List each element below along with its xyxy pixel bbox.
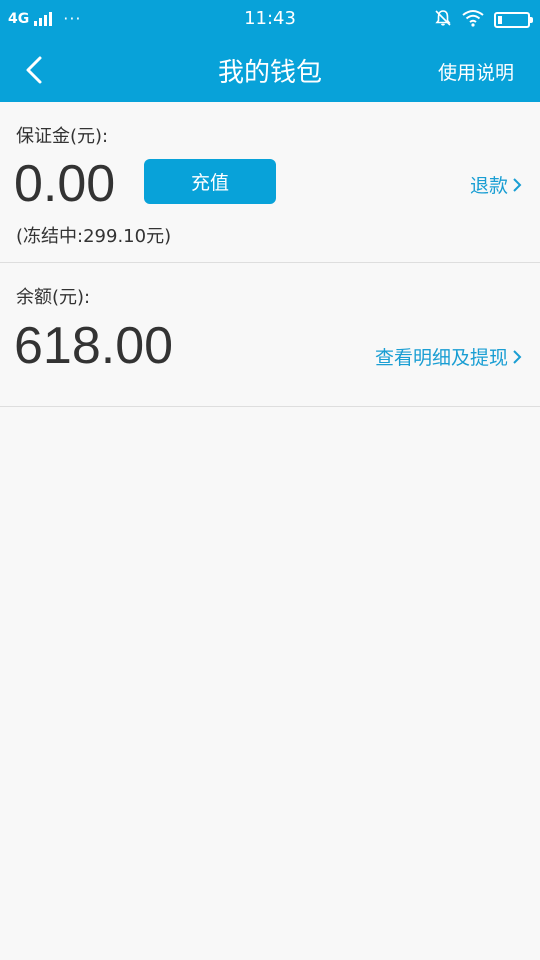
deposit-section: 保证金(元): 0.00 充值 退款 (冻结中:299.10元) xyxy=(0,102,540,263)
refund-label: 退款 xyxy=(469,175,508,197)
balance-amount: 618.00 xyxy=(14,317,174,375)
recharge-button[interactable]: 充值 xyxy=(144,159,276,204)
chevron-right-icon xyxy=(513,349,522,364)
frozen-amount: (冻结中:299.10元) xyxy=(16,226,172,247)
details-withdraw-label: 查看明细及提现 xyxy=(374,347,508,369)
status-bar: 4G ··· 11:43 xyxy=(0,0,540,38)
chevron-right-icon xyxy=(513,177,522,192)
status-right xyxy=(434,9,533,31)
battery-level xyxy=(498,16,502,24)
deposit-label: 保证金(元): xyxy=(16,126,109,147)
details-withdraw-link[interactable]: 查看明细及提现 xyxy=(375,343,522,370)
refund-link[interactable]: 退款 xyxy=(470,171,522,198)
mute-bell-icon xyxy=(434,9,452,31)
help-link[interactable]: 使用说明 xyxy=(438,58,514,85)
balance-section: 余额(元): 618.00 查看明细及提现 xyxy=(0,264,540,407)
app-header: 我的钱包 使用说明 xyxy=(0,38,540,102)
wifi-icon xyxy=(462,9,484,31)
recharge-label: 充值 xyxy=(190,172,229,194)
deposit-amount: 0.00 xyxy=(14,155,116,213)
balance-label: 余额(元): xyxy=(16,287,91,308)
battery-icon xyxy=(494,12,533,28)
